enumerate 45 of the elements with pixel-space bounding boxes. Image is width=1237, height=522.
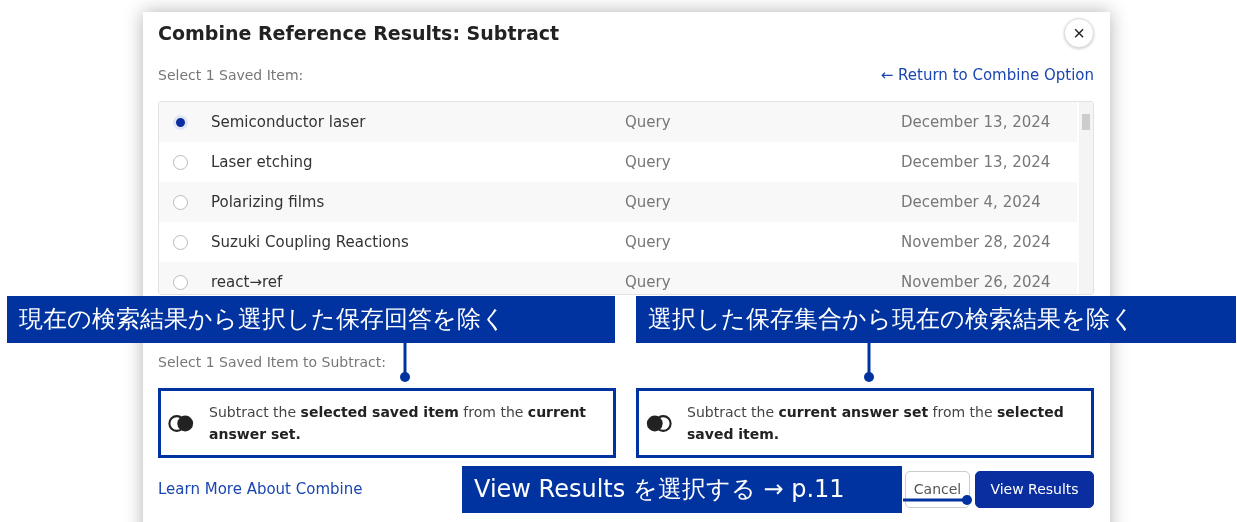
subtract-option[interactable]: Subtract the selected saved item from the current answer set. — [158, 388, 616, 458]
option-description: Subtract the selected saved item from the current answer set. — [209, 402, 588, 444]
item-type: Query — [625, 113, 672, 131]
saved-item-row[interactable]: Polarizing films Query December 4, 2024 — [159, 182, 1077, 222]
item-date: December 4, 2024 — [901, 193, 1041, 211]
learn-more-link[interactable]: Learn More About Combine — [158, 480, 363, 498]
subtract-option[interactable]: Subtract the current answer set from the selected saved item. — [636, 388, 1094, 458]
view-results-button[interactable]: View Results — [975, 470, 1094, 508]
section-label: Select 1 Saved Item: — [158, 67, 304, 83]
item-date: November 28, 2024 — [901, 233, 1051, 251]
item-type: Query — [625, 153, 672, 171]
cancel-button[interactable]: Cancel — [905, 470, 970, 508]
item-date: December 13, 2024 — [901, 113, 1051, 131]
item-type: Query — [625, 233, 672, 251]
annotation-callout: View Results を選択する → p.11 — [462, 466, 902, 513]
saved-item-row[interactable]: Semiconductor laser Query December 13, 2024 — [159, 102, 1077, 142]
radio-button[interactable] — [173, 154, 188, 170]
item-date: November 26, 2024 — [901, 273, 1051, 291]
item-name: react→ref — [211, 273, 284, 291]
item-name: Suzuki Coupling Reactions — [211, 233, 410, 251]
radio-button[interactable] — [173, 194, 188, 210]
leader-line — [903, 495, 973, 505]
annotation-callout: 選択した保存集合から現在の検索結果を除く — [636, 296, 1236, 343]
leader-line — [864, 343, 874, 383]
item-date: December 13, 2024 — [901, 153, 1051, 171]
saved-item-row[interactable]: Suzuki Coupling Reactions Query November 28, 2024 — [159, 222, 1077, 262]
annotation-callout: 現在の検索結果から選択した保存回答を除く — [7, 296, 615, 343]
dialog-title: Combine Reference Results: Subtract — [158, 22, 560, 44]
item-type: Query — [625, 193, 672, 211]
item-type: Query — [625, 273, 672, 291]
scrollbar[interactable] — [1079, 102, 1093, 294]
leader-line — [400, 343, 410, 383]
overlap-circles-icon — [645, 413, 673, 433]
subtract-label: Select 1 Saved Item to Subtract: — [158, 354, 386, 372]
close-button[interactable]: × — [1064, 18, 1094, 48]
item-name: Laser etching — [211, 153, 314, 171]
item-name: Polarizing films — [211, 193, 326, 211]
radio-button[interactable] — [173, 274, 188, 290]
overlap-circles-icon — [167, 413, 195, 433]
item-name: Semiconductor laser — [211, 113, 367, 131]
radio-button[interactable] — [173, 234, 188, 250]
saved-item-row[interactable]: Laser etching Query December 13, 2024 — [159, 142, 1077, 182]
return-link[interactable]: ← Return to Combine Option — [880, 66, 1094, 84]
option-description: Subtract the current answer set from the selected saved item. — [687, 402, 1065, 444]
saved-item-row[interactable]: react→ref Query November 26, 2024 — [159, 262, 1077, 294]
